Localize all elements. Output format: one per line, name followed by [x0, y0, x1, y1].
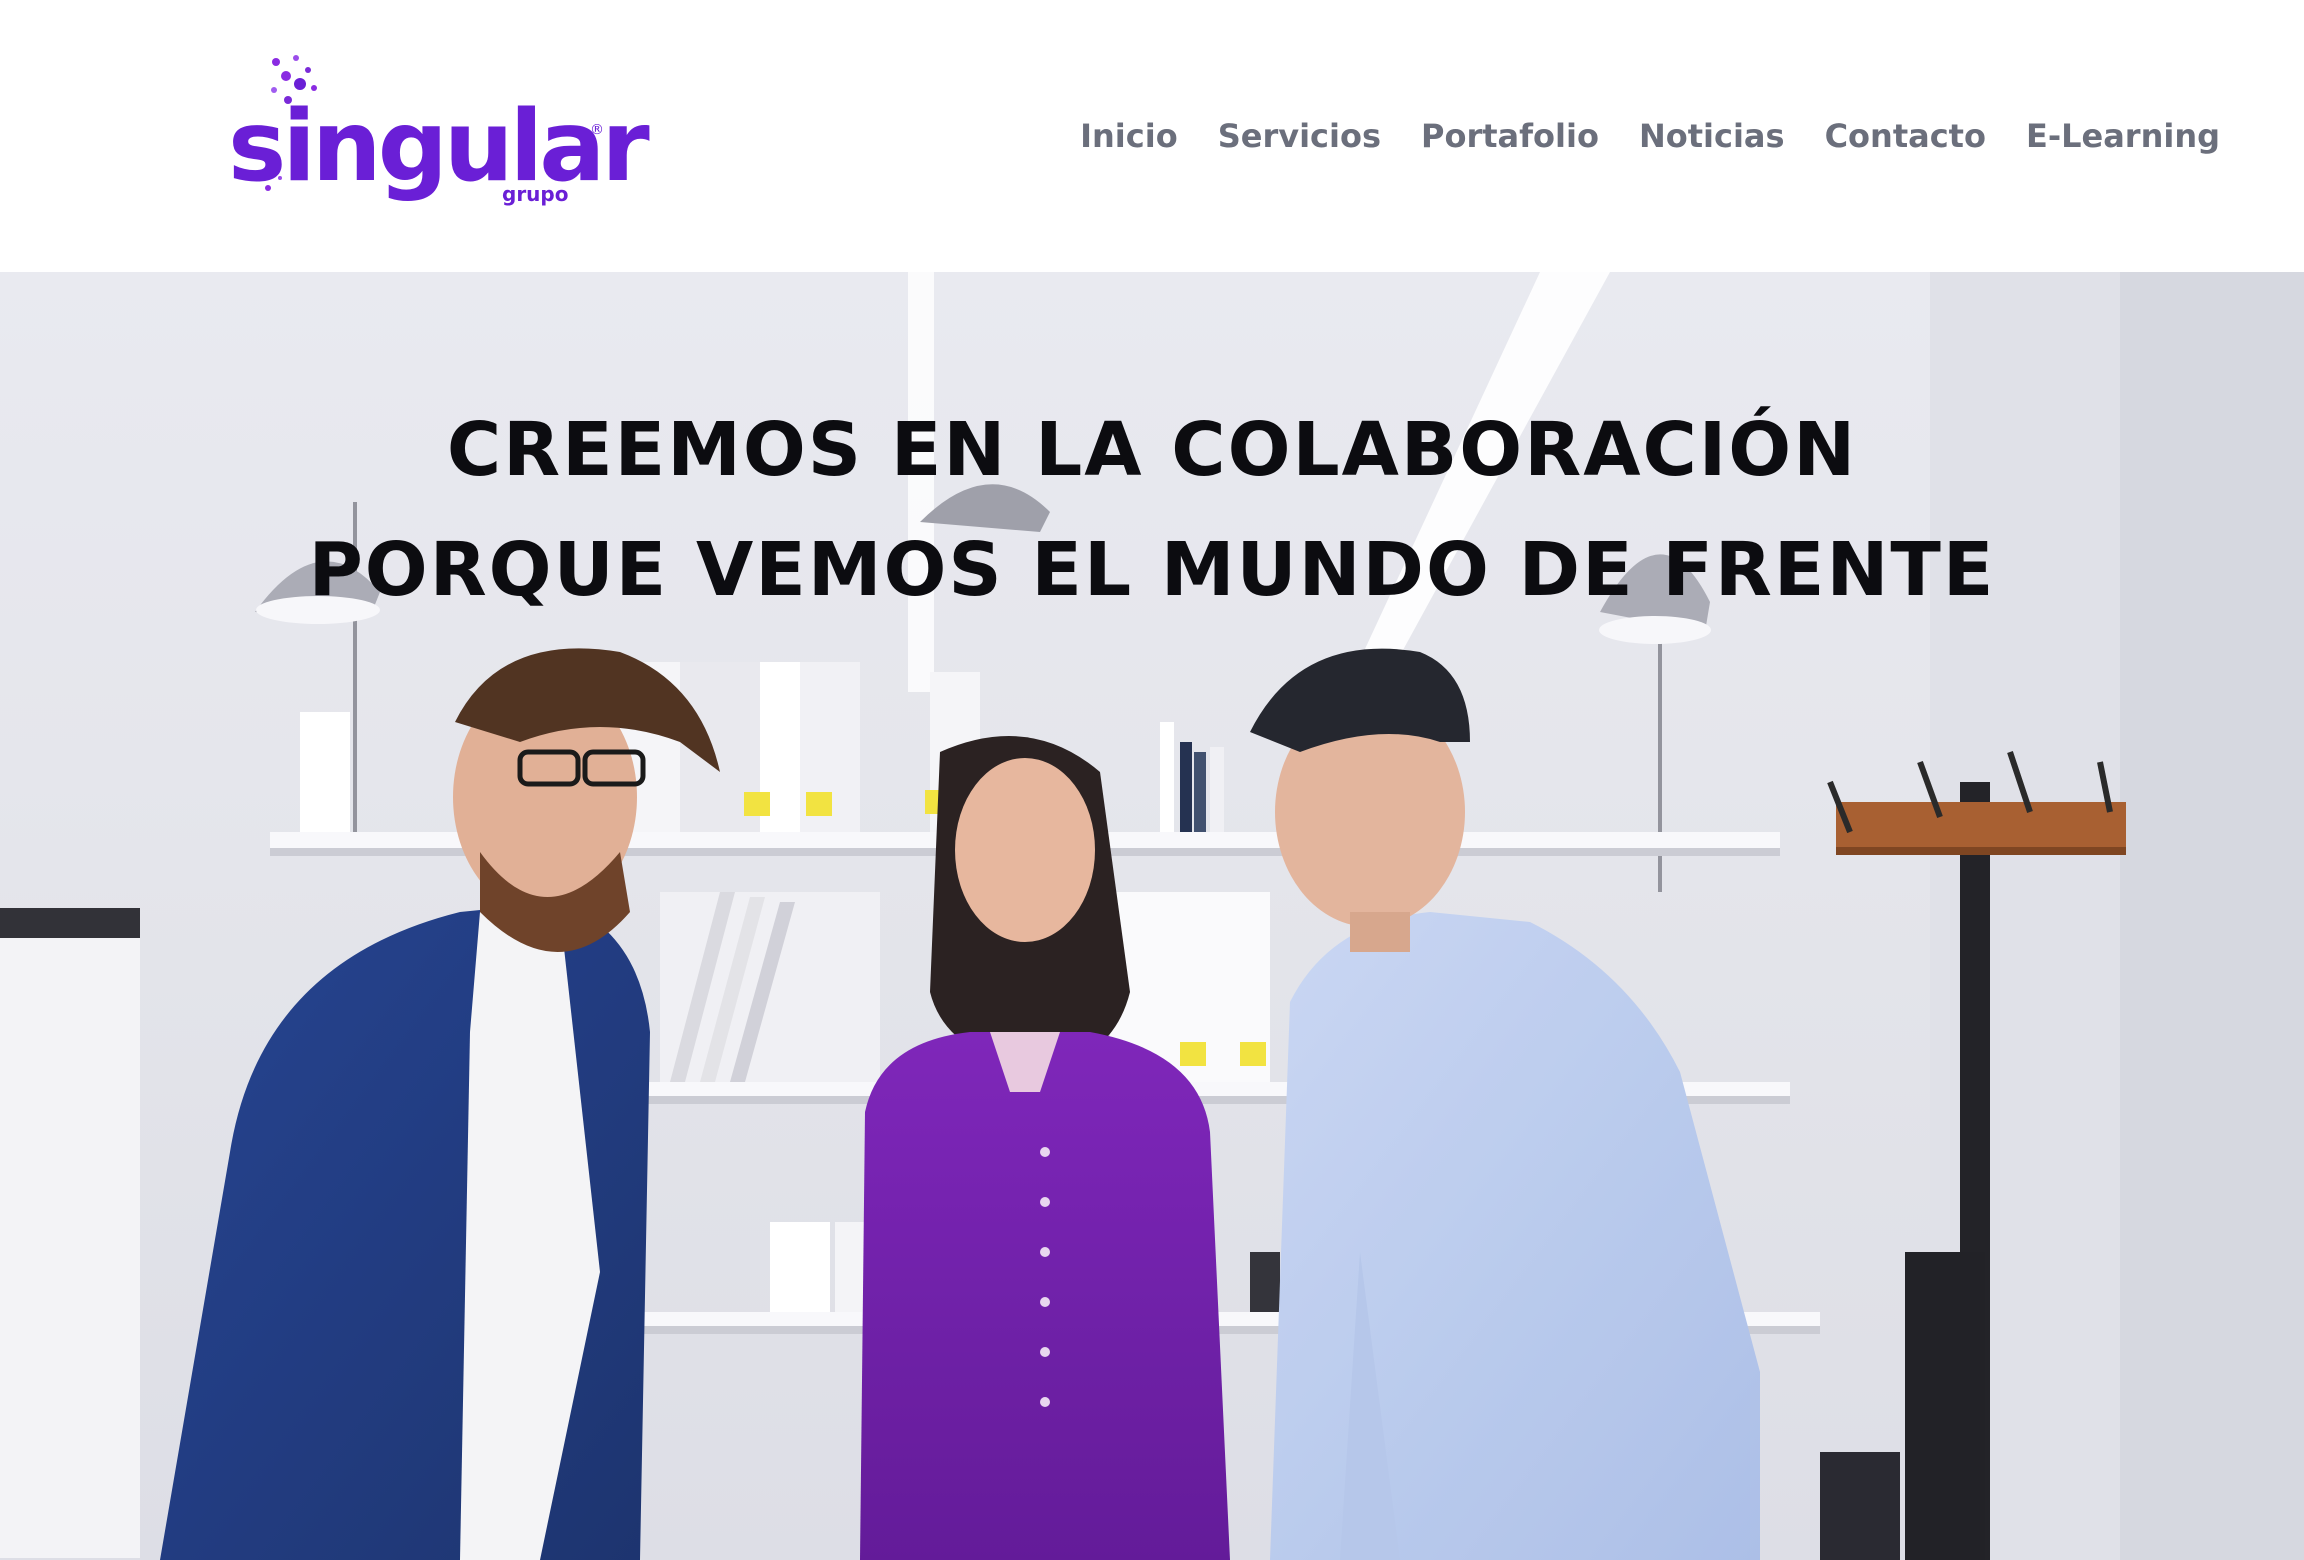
brand-subtitle: grupo: [502, 182, 569, 206]
registered-mark: ®: [590, 122, 604, 138]
hero-headline-line-2: PORQUE VEMOS EL MUNDO DE FRENTE: [308, 527, 1996, 613]
nav-item-contacto[interactable]: Contacto: [1825, 112, 1986, 160]
hero-headline-line-1: CREEMOS EN LA COLABORACIÓN: [446, 407, 1858, 493]
nav-item-e-learning[interactable]: E-Learning: [2026, 112, 2220, 160]
nav-item-servicios[interactable]: Servicios: [1218, 112, 1381, 160]
site-header: singular ® grupo Inicio Servicios Portaf…: [0, 0, 2304, 272]
nav-item-noticias[interactable]: Noticias: [1639, 112, 1785, 160]
nav-item-inicio[interactable]: Inicio: [1080, 112, 1178, 160]
main-nav: Inicio Servicios Portafolio Noticias Con…: [1040, 112, 2220, 160]
brand-name: singular: [228, 90, 650, 204]
nav-item-portafolio[interactable]: Portafolio: [1421, 112, 1599, 160]
hero-headline: CREEMOS EN LA COLABORACIÓN PORQUE VEMOS …: [0, 390, 2304, 630]
brand-logo[interactable]: singular ® grupo: [228, 48, 650, 218]
page: singular ® grupo Inicio Servicios Portaf…: [0, 0, 2304, 1560]
hero-section: CREEMOS EN LA COLABORACIÓN PORQUE VEMOS …: [0, 272, 2304, 1560]
